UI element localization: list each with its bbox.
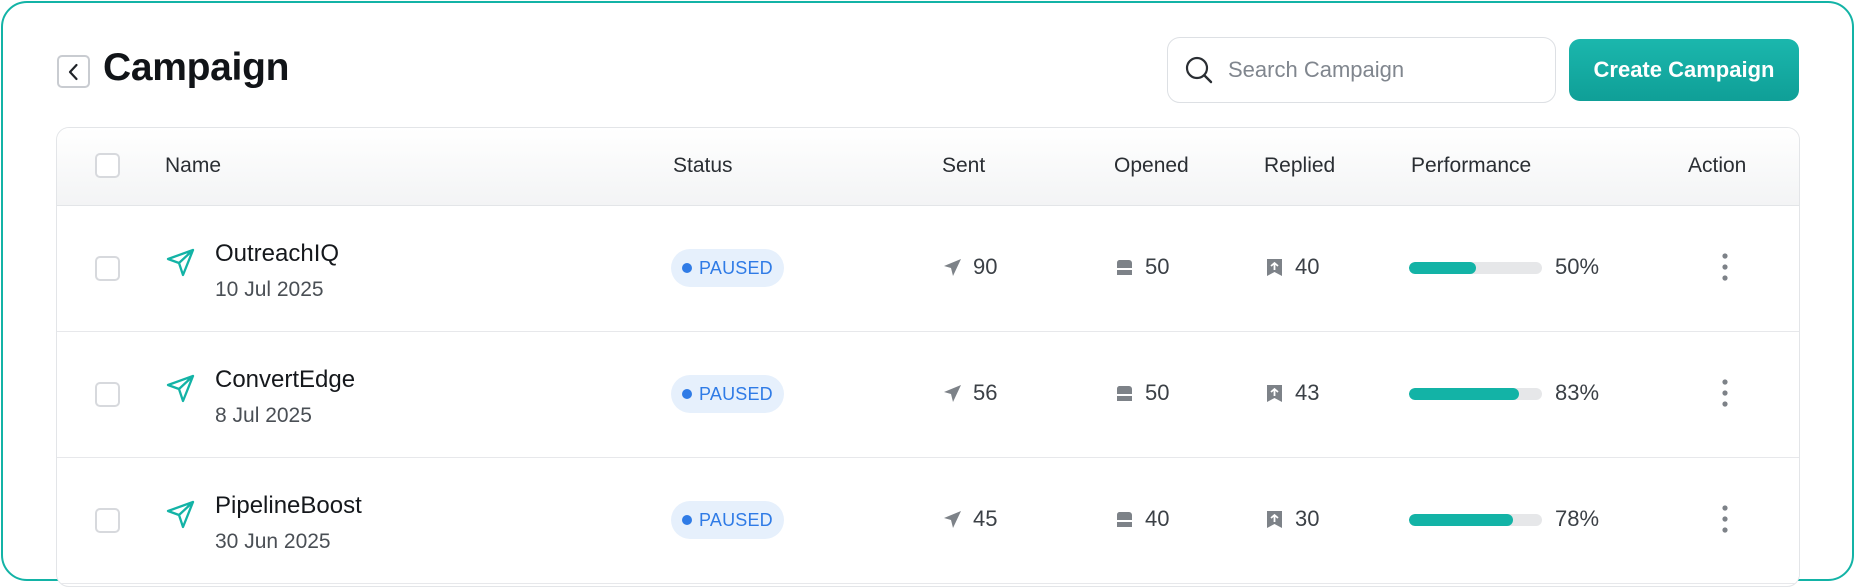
create-campaign-button[interactable]: Create Campaign: [1569, 39, 1799, 101]
send-icon: [944, 384, 961, 402]
replied-metric: 30: [1264, 506, 1319, 532]
select-all-checkbox[interactable]: [95, 153, 120, 178]
kebab-menu-icon[interactable]: [1714, 376, 1736, 410]
table-row[interactable]: PipelineBoost 30 Jun 2025 PAUSED 45 40 3…: [57, 458, 1799, 584]
campaign-date: 10 Jul 2025: [215, 278, 324, 301]
back-button[interactable]: [57, 55, 90, 88]
performance-label: 83%: [1555, 380, 1600, 405]
column-header-sent: Sent: [942, 154, 986, 177]
campaign-date: 8 Jul 2025: [215, 404, 312, 427]
paper-plane-icon: [166, 500, 195, 529]
search-field[interactable]: [1167, 37, 1556, 103]
sent-value: 90: [973, 254, 998, 279]
row-checkbox[interactable]: [95, 508, 120, 533]
status-dot: [682, 389, 692, 399]
opened-metric: 50: [1114, 380, 1169, 406]
status-label: PAUSED: [699, 257, 773, 278]
reply-icon: [1267, 510, 1282, 528]
reply-icon: [1267, 258, 1282, 276]
performance-bar-fill: [1409, 514, 1513, 526]
performance-bar-fill: [1409, 262, 1476, 274]
column-header-action: Action: [1688, 154, 1747, 177]
campaign-table: Name Status Sent Opened Replied Performa…: [56, 127, 1800, 587]
column-header-performance: Performance: [1411, 154, 1532, 177]
performance-bar: [1409, 262, 1542, 274]
opened-value: 40: [1145, 506, 1170, 531]
sent-metric: 45: [942, 506, 997, 532]
campaign-name[interactable]: PipelineBoost: [215, 492, 362, 520]
replied-value: 43: [1295, 380, 1320, 405]
campaign-date: 30 Jun 2025: [215, 530, 331, 553]
replied-value: 40: [1295, 254, 1320, 279]
table-row[interactable]: ConvertEdge 8 Jul 2025 PAUSED 56 50 43 8…: [57, 332, 1799, 458]
replied-metric: 43: [1264, 380, 1319, 406]
replied-value: 30: [1295, 506, 1320, 531]
status-dot: [682, 515, 692, 525]
opened-metric: 40: [1114, 506, 1169, 532]
column-header-replied: Replied: [1264, 154, 1336, 177]
status-badge: PAUSED: [671, 375, 784, 413]
send-icon: [944, 510, 961, 528]
column-header-name: Name: [165, 154, 222, 177]
performance-label: 50%: [1555, 254, 1600, 279]
opened-value: 50: [1145, 380, 1170, 405]
paper-plane-icon: [166, 374, 195, 403]
performance-bar: [1409, 388, 1542, 400]
column-header-opened: Opened: [1114, 154, 1189, 177]
opened-metric: 50: [1114, 254, 1169, 280]
page-title: Campaign: [103, 46, 290, 89]
status-badge: PAUSED: [671, 249, 784, 287]
search-input[interactable]: [1228, 57, 1528, 83]
mailbox-icon: [1116, 259, 1132, 275]
column-header-status: Status: [673, 154, 733, 177]
sent-value: 45: [973, 506, 998, 531]
status-label: PAUSED: [699, 509, 773, 530]
status-dot: [682, 263, 692, 273]
sent-metric: 56: [942, 380, 997, 406]
chevron-left-icon: [68, 63, 78, 80]
performance-bar: [1409, 514, 1542, 526]
kebab-menu-icon[interactable]: [1714, 502, 1736, 536]
sent-value: 56: [973, 380, 998, 405]
row-checkbox[interactable]: [95, 382, 120, 407]
sent-metric: 90: [942, 254, 997, 280]
campaign-name[interactable]: ConvertEdge: [215, 366, 355, 394]
performance-label: 78%: [1555, 506, 1600, 531]
status-label: PAUSED: [699, 383, 773, 404]
table-row[interactable]: OutreachIQ 10 Jul 2025 PAUSED 90 50 40 5…: [57, 206, 1799, 332]
campaign-name[interactable]: OutreachIQ: [215, 240, 339, 268]
row-checkbox[interactable]: [95, 256, 120, 281]
mailbox-icon: [1116, 385, 1132, 401]
search-icon: [1185, 56, 1213, 84]
paper-plane-icon: [166, 248, 195, 277]
send-icon: [944, 258, 961, 276]
reply-icon: [1267, 384, 1282, 402]
status-badge: PAUSED: [671, 501, 784, 539]
kebab-menu-icon[interactable]: [1714, 250, 1736, 284]
performance-bar-fill: [1409, 388, 1520, 400]
mailbox-icon: [1116, 511, 1132, 527]
replied-metric: 40: [1264, 254, 1319, 280]
opened-value: 50: [1145, 254, 1170, 279]
table-header: Name Status Sent Opened Replied Performa…: [57, 128, 1799, 206]
